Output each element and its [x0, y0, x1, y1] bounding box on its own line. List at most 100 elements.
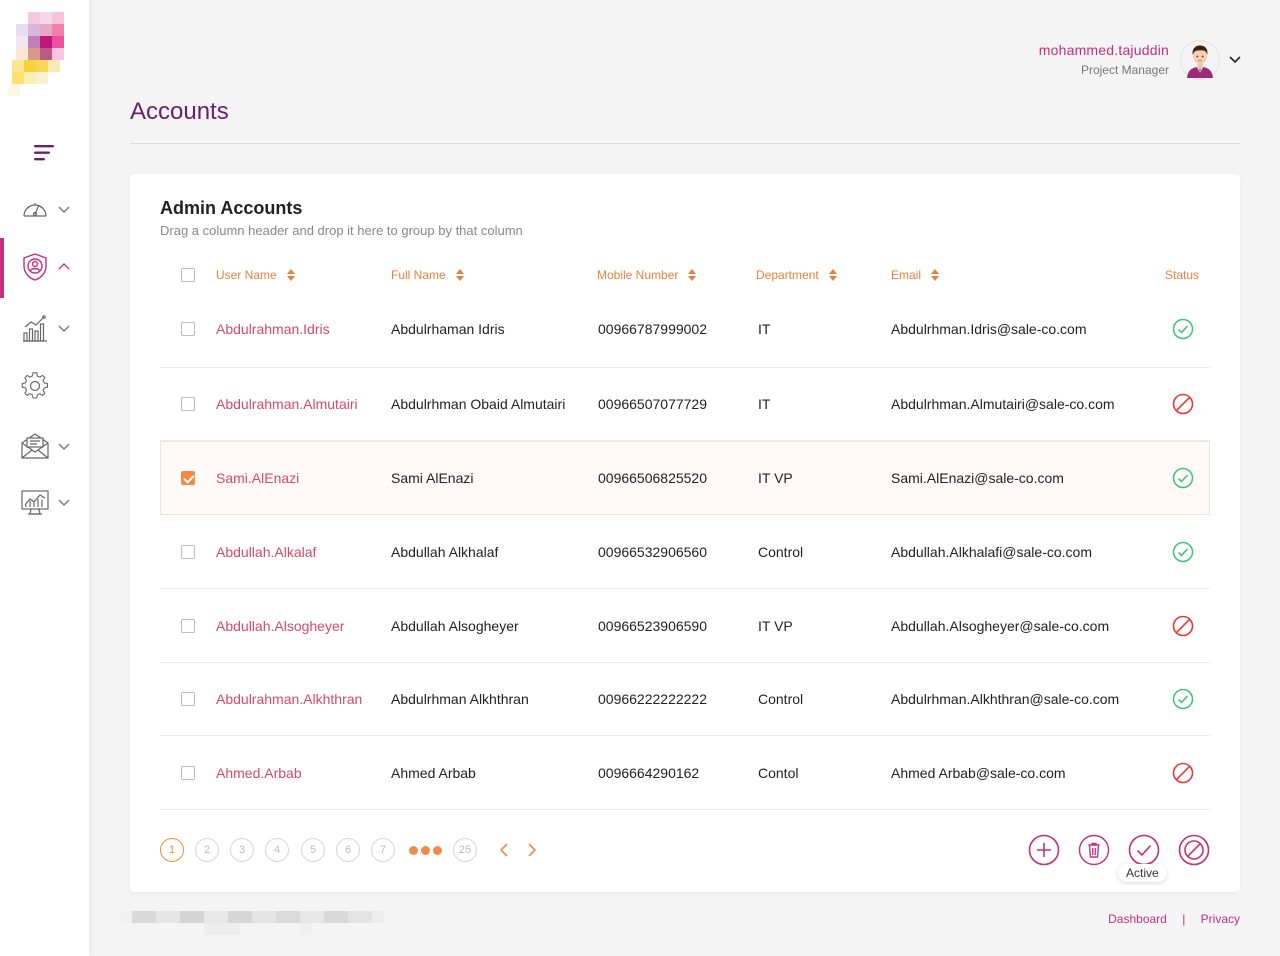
nav-item-dashboard[interactable] [0, 182, 89, 238]
sort-icon[interactable] [688, 269, 697, 281]
status-active-icon [1172, 541, 1194, 562]
table-row[interactable]: Abdulrahman.Idris Abdulrhaman Idris 0096… [160, 290, 1210, 368]
cell-mobile: 00966787999002 [598, 320, 708, 337]
column-header-department[interactable]: Department [756, 268, 837, 282]
row-checkbox[interactable] [181, 544, 195, 559]
sort-icon[interactable] [455, 269, 464, 281]
row-checkbox[interactable] [181, 765, 195, 780]
cell-department: IT VP [758, 470, 793, 486]
cell-mobile: 0096664290162 [598, 764, 700, 781]
nav-item-accounts[interactable] [0, 238, 89, 298]
nav-item-reports[interactable] [0, 301, 89, 357]
previous-page-icon[interactable] [499, 843, 511, 857]
status-active-icon [1172, 688, 1194, 710]
table-row[interactable]: Abdulrahman.Almutairi Abdulrhman Obaid A… [160, 368, 1210, 441]
row-checkbox-checked[interactable] [181, 471, 195, 485]
table-row[interactable]: Abdullah.Alkalaf Abdullah Alkhalaf 00966… [160, 515, 1210, 589]
title-divider [130, 143, 1240, 144]
cell-username[interactable]: Abdulrahman.Almutairi [216, 396, 358, 412]
cell-mobile: 00966523906590 [598, 617, 708, 634]
cell-fullname: Abdulrhaman Idris [391, 320, 505, 337]
cell-email: Abdulrhman.Almutairi@sale-co.com [891, 396, 1115, 412]
company-logo[interactable] [8, 10, 74, 96]
user-info[interactable]: mohammed.tajuddin Project Manager [1039, 42, 1169, 77]
chevron-down-icon [58, 325, 70, 332]
cell-username[interactable]: Abdullah.Alkalaf [216, 544, 316, 560]
cell-email: Sami.AlEnazi@sale-co.com [891, 470, 1064, 486]
page-button[interactable]: 4 [265, 838, 289, 862]
activate-account-button[interactable] [1128, 834, 1160, 866]
page-button[interactable]: 5 [301, 838, 325, 862]
cell-username[interactable]: Sami.AlEnazi [216, 470, 299, 486]
chevron-up-icon [58, 263, 70, 270]
user-shield-icon [23, 253, 47, 281]
cell-username[interactable]: Abdulrahman.Idris [216, 321, 330, 337]
page-ellipsis-icon[interactable] [409, 846, 449, 856]
page-button[interactable]: 6 [336, 838, 360, 862]
cell-department: Contol [758, 764, 799, 781]
user-menu-chevron-icon[interactable] [1229, 54, 1241, 64]
page-button-last[interactable]: 25 [453, 838, 477, 862]
chevron-down-icon [58, 499, 70, 506]
footer-link-dashboard[interactable]: Dashboard [1108, 912, 1167, 926]
cell-fullname: Abdulrhman Alkhthran [391, 691, 529, 707]
grid-body: Abdulrahman.Idris Abdulrhaman Idris 0096… [160, 290, 1210, 810]
cell-email: Ahmed Arbab@sale-co.com [891, 764, 1066, 781]
admin-accounts-card: Admin Accounts Drag a column header and … [130, 174, 1240, 892]
deactivate-account-button[interactable] [1178, 834, 1210, 866]
nav-item-settings[interactable] [0, 359, 89, 415]
status-active-icon [1172, 467, 1194, 489]
page-button[interactable]: 7 [371, 838, 395, 862]
column-header-mobile-number[interactable]: Mobile Number [597, 268, 697, 282]
status-inactive-icon [1172, 615, 1194, 636]
row-checkbox[interactable] [181, 692, 195, 706]
settings-gear-icon [21, 372, 48, 399]
footer-link-privacy[interactable]: Privacy [1201, 912, 1240, 926]
column-header-label: User Name [216, 268, 277, 282]
cell-email: Abdullah.Alkhalafi@sale-co.com [891, 543, 1092, 560]
select-all-checkbox[interactable] [181, 268, 195, 282]
status-inactive-icon [1172, 762, 1194, 783]
user-role: Project Manager [1080, 63, 1169, 77]
cell-fullname: Ahmed Arbab [391, 764, 476, 781]
status-active-icon [1172, 318, 1194, 339]
cell-username[interactable]: Abdullah.Alsogheyer [216, 618, 344, 634]
sort-icon[interactable] [828, 269, 837, 281]
avatar[interactable] [1180, 40, 1220, 80]
column-header-status[interactable]: Status [1165, 268, 1199, 282]
delete-account-button[interactable] [1078, 834, 1110, 866]
page-button[interactable]: 2 [195, 838, 219, 862]
card-title: Admin Accounts [160, 198, 303, 218]
column-header-user-name[interactable]: User Name [216, 268, 295, 282]
column-header-label: Email [891, 268, 922, 282]
column-header-full-name[interactable]: Full Name [391, 268, 464, 282]
column-header-label: Mobile Number [597, 268, 679, 282]
page-button-current[interactable]: 1 [160, 838, 184, 862]
sort-icon[interactable] [286, 269, 295, 281]
nav-item-messages[interactable] [0, 419, 89, 475]
cell-fullname: Abdulrhman Obaid Almutairi [391, 396, 566, 412]
sidebar [0, 0, 89, 956]
user-name: mohammed.tajuddin [1038, 42, 1169, 58]
cell-email: Abdullah.Alsogheyer@sale-co.com [891, 617, 1110, 634]
cell-username[interactable]: Ahmed.Arbab [216, 765, 302, 781]
monitor-chart-icon [21, 490, 49, 515]
row-checkbox[interactable] [181, 321, 195, 336]
cell-email: Abdulrhman.Alkhthran@sale-co.com [891, 691, 1120, 707]
cell-username[interactable]: Abdulrahman.Alkhthran [216, 691, 362, 707]
sort-icon[interactable] [931, 269, 940, 281]
row-checkbox[interactable] [181, 618, 195, 633]
column-header-email[interactable]: Email [891, 268, 940, 282]
table-row[interactable]: Ahmed.Arbab Ahmed Arbab 0096664290162 Co… [160, 736, 1210, 810]
next-page-icon[interactable] [525, 843, 537, 857]
table-row[interactable]: Abdullah.Alsogheyer Abdullah Alsogheyer … [160, 589, 1210, 663]
cell-department: IT [758, 396, 771, 412]
row-checkbox[interactable] [181, 397, 195, 411]
page-button[interactable]: 3 [230, 838, 254, 862]
accounts-grid: User Name Full Name Mobile Number Depart… [160, 260, 1210, 810]
add-account-button[interactable] [1028, 834, 1060, 866]
nav-item-monitoring[interactable] [0, 475, 89, 531]
menu-toggle-icon[interactable] [34, 144, 56, 162]
table-row-selected[interactable]: Sami.AlEnazi Sami AlEnazi 00966506825520… [160, 441, 1210, 515]
table-row[interactable]: Abdulrahman.Alkhthran Abdulrhman Alkhthr… [160, 663, 1210, 736]
